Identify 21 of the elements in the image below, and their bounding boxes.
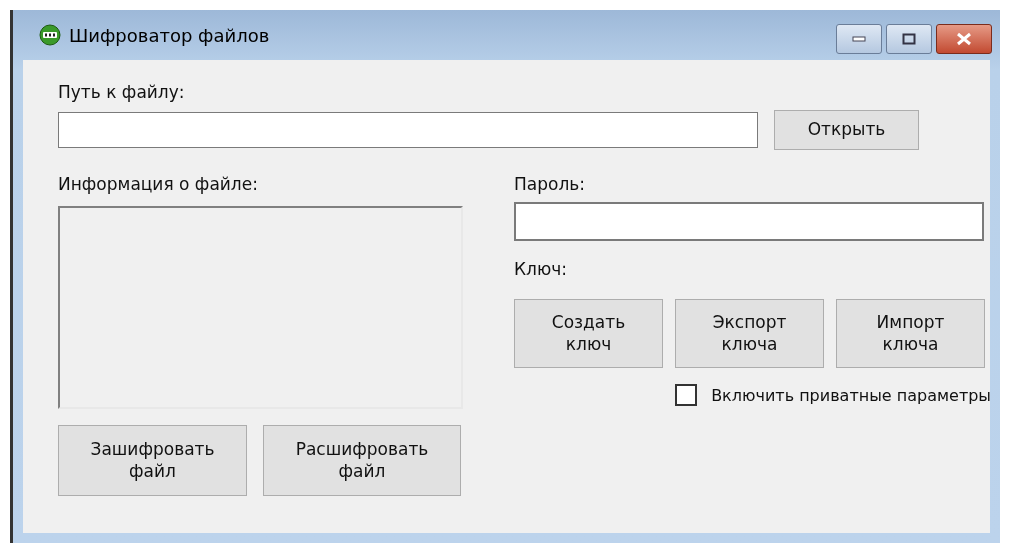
close-icon [955,32,973,46]
password-field[interactable] [514,202,984,241]
close-button[interactable] [936,24,992,54]
minimize-icon [852,36,866,42]
private-params-label: Включить приватные параметры [711,385,991,405]
key-button[interactable]: Создать ключ [514,299,663,368]
app-icon [39,24,61,46]
file-action-button[interactable]: Зашифровать файл [58,425,247,496]
key-button[interactable]: Импорт ключа [836,299,985,368]
maximize-icon [902,33,916,45]
path-label: Путь к файлу: [58,82,185,102]
maximize-button[interactable] [886,24,932,54]
file-action-button[interactable]: Расшифровать файл [263,425,461,496]
path-field[interactable] [58,112,758,148]
password-label: Пароль: [514,174,585,194]
window-title: Шифроватор файлов [69,24,270,46]
key-label: Ключ: [514,259,568,279]
key-button[interactable]: Экспорт ключа [675,299,824,368]
private-params-checkbox[interactable] [675,384,698,406]
open-button[interactable]: Открыть [774,110,919,150]
file-info-label: Информация о файле: [58,174,258,194]
